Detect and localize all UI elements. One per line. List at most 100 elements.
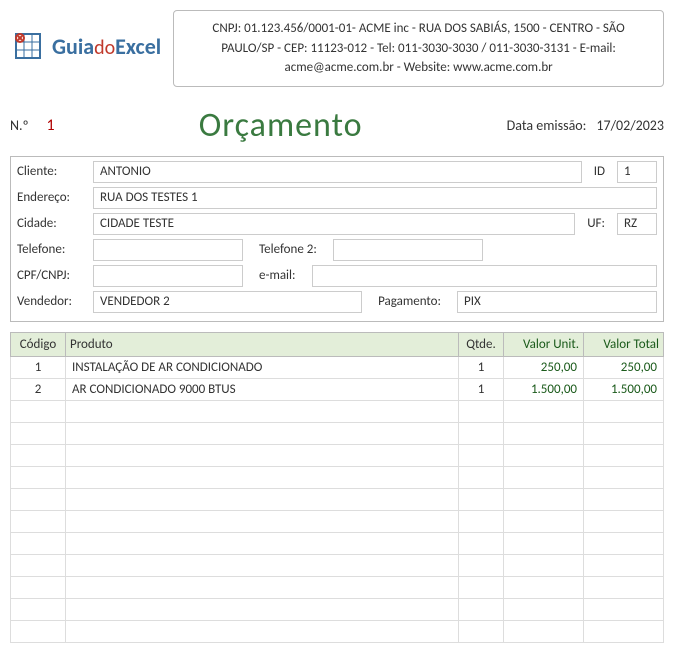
endereco-label: Endereço:: [17, 190, 87, 205]
cell-produto: [66, 598, 459, 620]
cell-total: [584, 532, 664, 554]
cell-produto: AR CONDICIONADO 9000 BTUS: [66, 378, 459, 400]
cell-produto: [66, 576, 459, 598]
cell-total: [584, 554, 664, 576]
cidade-field[interactable]: CIDADE TESTE: [93, 213, 575, 235]
cell-unit: [504, 422, 584, 444]
cell-qtde: 1: [459, 356, 504, 378]
number-value: 1: [46, 116, 54, 135]
pagamento-field[interactable]: PIX: [457, 291, 657, 313]
cell-produto: [66, 422, 459, 444]
table-header-row: Código Produto Qtde. Valor Unit. Valor T…: [11, 332, 664, 356]
cell-produto: [66, 444, 459, 466]
cell-produto: [66, 620, 459, 642]
telefone2-field[interactable]: [333, 239, 483, 261]
table-row[interactable]: [11, 554, 664, 576]
table-row[interactable]: [11, 620, 664, 642]
cell-total: [584, 400, 664, 422]
cell-codigo: [11, 510, 66, 532]
cell-total: [584, 488, 664, 510]
date-value: 17/02/2023: [596, 117, 664, 134]
table-row[interactable]: [11, 532, 664, 554]
cliente-field[interactable]: ANTONIO: [93, 161, 582, 183]
cell-codigo: [11, 598, 66, 620]
table-row[interactable]: [11, 576, 664, 598]
telefone-field[interactable]: [93, 239, 243, 261]
cell-qtde: [459, 488, 504, 510]
cell-unit: [504, 598, 584, 620]
cell-qtde: [459, 466, 504, 488]
cell-total: 250,00: [584, 356, 664, 378]
cell-codigo: [11, 400, 66, 422]
table-row[interactable]: [11, 444, 664, 466]
cell-produto: INSTALAÇÃO DE AR CONDICIONADO: [66, 356, 459, 378]
company-info: CNPJ: 01.123.456/0001-01- ACME inc - RUA…: [173, 10, 664, 87]
cell-total: [584, 444, 664, 466]
cell-unit: 250,00: [504, 356, 584, 378]
cell-produto: [66, 510, 459, 532]
vendedor-field[interactable]: VENDEDOR 2: [93, 291, 362, 313]
cliente-label: Cliente:: [17, 164, 87, 179]
cell-total: [584, 422, 664, 444]
cell-unit: [504, 400, 584, 422]
cell-qtde: [459, 554, 504, 576]
logo-text: GuiadoExcel: [52, 33, 161, 60]
cell-unit: [504, 444, 584, 466]
email-field[interactable]: [312, 265, 657, 287]
cell-codigo: [11, 554, 66, 576]
cell-qtde: [459, 620, 504, 642]
page-title: Orçamento: [199, 105, 363, 146]
cell-codigo: [11, 576, 66, 598]
header-unit: Valor Unit.: [504, 332, 584, 356]
table-row[interactable]: [11, 400, 664, 422]
uf-field[interactable]: RZ: [617, 213, 657, 235]
cpf-label: CPF/CNPJ:: [17, 268, 87, 283]
cell-qtde: [459, 444, 504, 466]
id-label: ID: [588, 164, 611, 179]
cell-produto: [66, 554, 459, 576]
header-qtde: Qtde.: [459, 332, 504, 356]
cell-qtde: [459, 598, 504, 620]
items-table: Código Produto Qtde. Valor Unit. Valor T…: [10, 332, 664, 643]
cell-total: [584, 598, 664, 620]
pagamento-label: Pagamento:: [368, 294, 451, 309]
cell-codigo: [11, 532, 66, 554]
cell-unit: [504, 554, 584, 576]
cidade-label: Cidade:: [17, 216, 87, 231]
cell-codigo: [11, 444, 66, 466]
cell-codigo: [11, 488, 66, 510]
cell-unit: [504, 532, 584, 554]
customer-block: Cliente: ANTONIO ID 1 Endereço: RUA DOS …: [10, 156, 664, 322]
cell-codigo: 2: [11, 378, 66, 400]
table-row[interactable]: [11, 488, 664, 510]
telefone-label: Telefone:: [17, 242, 87, 257]
table-row[interactable]: [11, 422, 664, 444]
cell-codigo: [11, 422, 66, 444]
vendedor-label: Vendedor:: [17, 294, 87, 309]
number-label: N.º: [10, 117, 28, 134]
id-field[interactable]: 1: [617, 161, 657, 183]
cell-produto: [66, 488, 459, 510]
cell-qtde: [459, 422, 504, 444]
table-row[interactable]: 2AR CONDICIONADO 9000 BTUS11.500,001.500…: [11, 378, 664, 400]
logo: GuiadoExcel: [10, 10, 161, 64]
cell-unit: [504, 488, 584, 510]
cell-total: 1.500,00: [584, 378, 664, 400]
cell-qtde: [459, 576, 504, 598]
table-row[interactable]: [11, 510, 664, 532]
table-row[interactable]: [11, 598, 664, 620]
cell-codigo: [11, 620, 66, 642]
table-row[interactable]: [11, 466, 664, 488]
table-row[interactable]: 1INSTALAÇÃO DE AR CONDICIONADO1250,00250…: [11, 356, 664, 378]
cell-total: [584, 466, 664, 488]
cell-produto: [66, 532, 459, 554]
header-total: Valor Total: [584, 332, 664, 356]
cpf-field[interactable]: [93, 265, 243, 287]
cell-unit: [504, 510, 584, 532]
endereco-field[interactable]: RUA DOS TESTES 1: [93, 187, 657, 209]
cell-unit: [504, 620, 584, 642]
header-codigo: Código: [11, 332, 66, 356]
cell-unit: 1.500,00: [504, 378, 584, 400]
cell-total: [584, 620, 664, 642]
cell-total: [584, 576, 664, 598]
